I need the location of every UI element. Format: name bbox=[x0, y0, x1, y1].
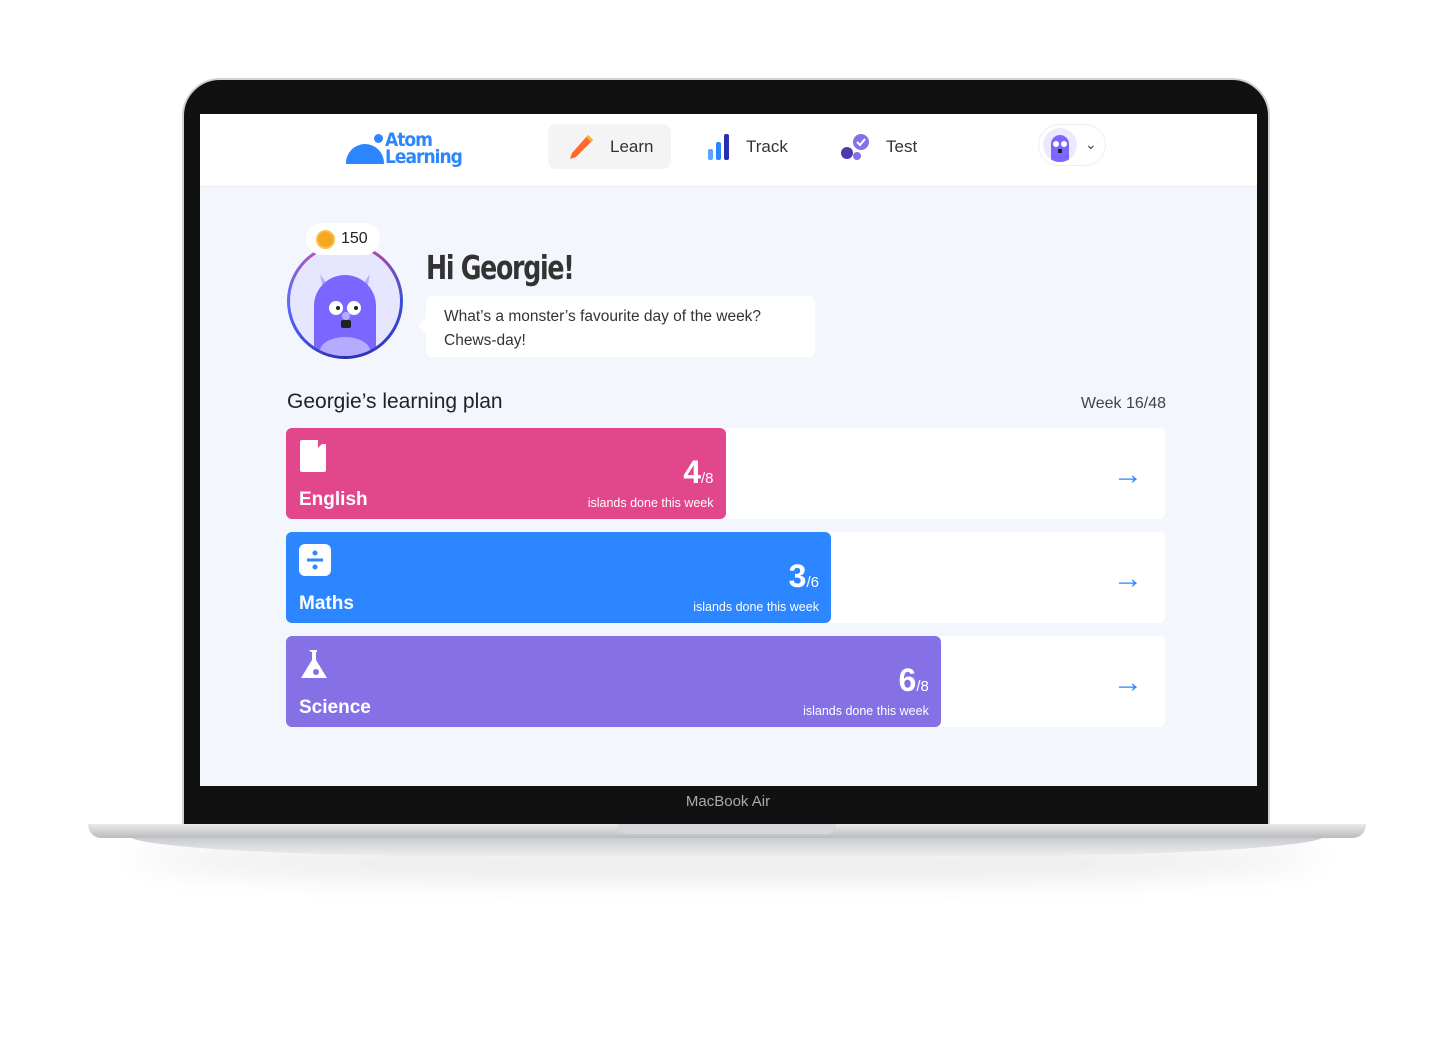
pencil-icon bbox=[570, 134, 593, 159]
nav-track[interactable]: Track bbox=[688, 124, 806, 169]
islands-caption: islands done this week bbox=[693, 600, 819, 614]
coin-icon bbox=[316, 229, 335, 249]
app-screen: Atom Learning Learn Track Test ⌄ 150 Hi G… bbox=[200, 114, 1257, 786]
atom-learning-logo[interactable]: Atom Learning bbox=[346, 131, 466, 172]
chevron-down-icon: ⌄ bbox=[1085, 136, 1097, 152]
book-icon bbox=[299, 440, 329, 472]
plan-title: Georgie’s learning plan bbox=[287, 390, 503, 413]
greeting-title: Hi Georgie! bbox=[426, 248, 575, 287]
subject-name: Maths bbox=[299, 593, 354, 614]
islands-caption: islands done this week bbox=[803, 704, 929, 718]
coin-balance: 150 bbox=[306, 223, 380, 255]
progress-fill: Maths 3/6 islands done this week bbox=[286, 532, 831, 623]
subject-name: English bbox=[299, 489, 368, 510]
divide-icon bbox=[299, 544, 331, 576]
avatar bbox=[1043, 128, 1077, 162]
nav-test[interactable]: Test bbox=[822, 124, 935, 169]
check-cross-icon bbox=[841, 133, 869, 160]
progress-fill: English 4/8 islands done this week bbox=[286, 428, 726, 519]
subject-row-science[interactable]: Science 6/8 islands done this week → bbox=[286, 636, 1165, 727]
arrow-right-icon[interactable]: → bbox=[1113, 562, 1143, 596]
subject-row-maths[interactable]: Maths 3/6 islands done this week → bbox=[286, 532, 1165, 623]
arrow-right-icon[interactable]: → bbox=[1113, 458, 1143, 492]
joke-bubble: What’s a monster’s favourite day of the … bbox=[418, 296, 815, 357]
islands-score: 6/8 bbox=[898, 662, 929, 698]
islands-score: 4/8 bbox=[683, 454, 714, 490]
profile-menu-button[interactable]: ⌄ bbox=[1038, 124, 1106, 166]
islands-caption: islands done this week bbox=[587, 496, 714, 510]
monster-avatar bbox=[287, 243, 403, 359]
laptop-base bbox=[130, 836, 1324, 858]
arrow-right-icon[interactable]: → bbox=[1113, 666, 1143, 700]
subject-row-english[interactable]: English 4/8 islands done this week → bbox=[286, 428, 1165, 519]
progress-fill: Science 6/8 islands done this week bbox=[286, 636, 941, 727]
subject-name: Science bbox=[299, 697, 371, 718]
islands-score: 3/6 bbox=[788, 558, 819, 594]
bar-chart-icon bbox=[708, 133, 729, 160]
nav-learn[interactable]: Learn bbox=[548, 124, 672, 169]
top-nav: Atom Learning Learn Track Test ⌄ bbox=[200, 114, 1257, 187]
laptop-notch bbox=[618, 824, 836, 834]
flask-icon bbox=[299, 648, 329, 680]
device-label: MacBook Air bbox=[685, 793, 771, 810]
week-counter: Week 16/48 bbox=[1080, 395, 1166, 412]
